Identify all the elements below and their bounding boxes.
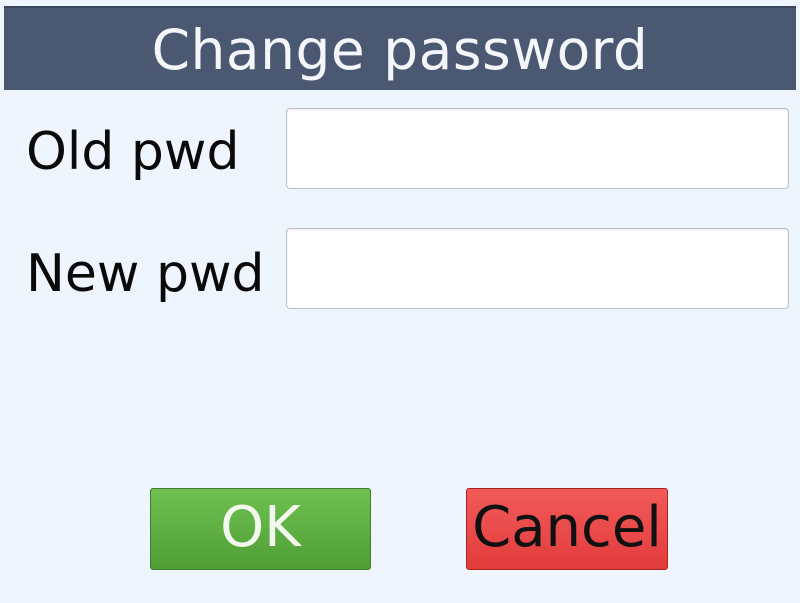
- new-password-label: New pwd: [26, 244, 265, 304]
- cancel-button[interactable]: Cancel: [466, 488, 668, 570]
- old-password-label: Old pwd: [26, 122, 240, 182]
- ok-button[interactable]: OK: [150, 488, 371, 570]
- old-password-field[interactable]: [286, 108, 789, 189]
- new-password-field[interactable]: [286, 228, 789, 309]
- dialog-title: Change password: [151, 18, 649, 82]
- title-bar: Change password: [4, 6, 796, 90]
- change-password-dialog: Change password Old pwd New pwd OK Cance…: [0, 0, 800, 603]
